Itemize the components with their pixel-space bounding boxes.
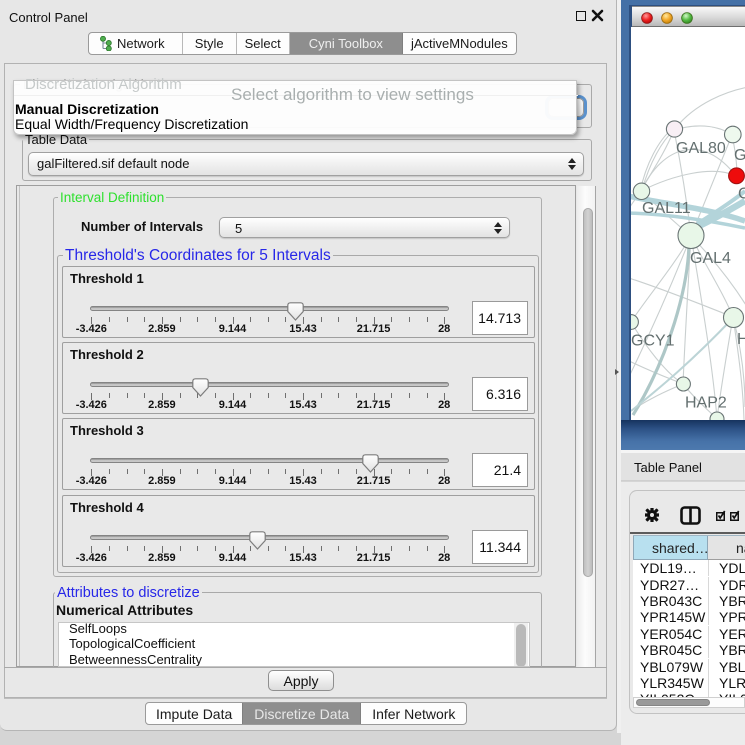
svg-text:GAL4: GAL4	[690, 250, 731, 267]
svg-text:GA: GA	[734, 147, 745, 164]
svg-text:C: C	[738, 186, 745, 203]
svg-text:HAP2: HAP2	[685, 395, 727, 412]
svg-text:GAL11: GAL11	[642, 200, 691, 217]
svg-text:GCY1: GCY1	[631, 333, 675, 350]
svg-text:H: H	[737, 331, 745, 348]
svg-text:GAL80: GAL80	[676, 140, 726, 157]
